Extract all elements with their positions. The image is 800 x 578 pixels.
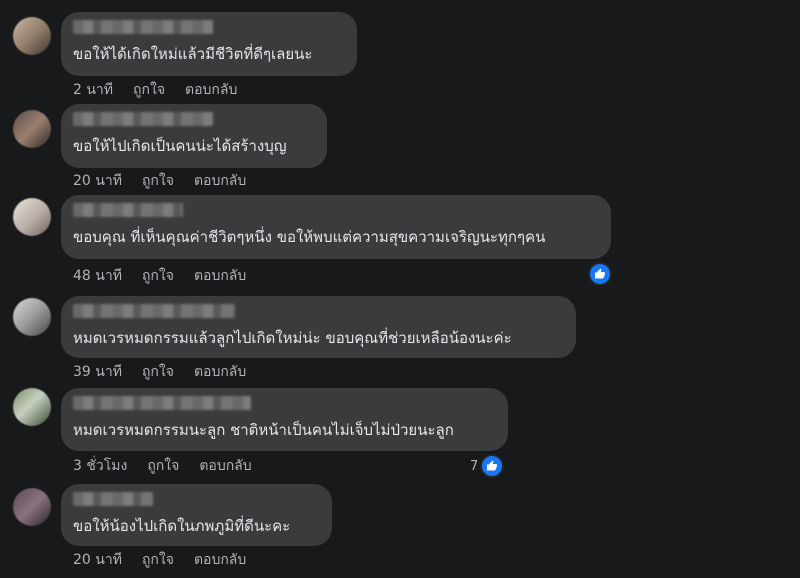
reaction-summary[interactable] bbox=[586, 262, 612, 286]
comment-actions: 48 นาที ถูกใจ ตอบกลับ bbox=[73, 267, 246, 285]
like-button[interactable]: ถูกใจ bbox=[142, 551, 174, 569]
reply-button[interactable]: ตอบกลับ bbox=[194, 172, 246, 190]
reaction-count: 7 bbox=[470, 458, 479, 474]
comment-bubble: ขอให้ไปเกิดเป็นคนน่ะได้สร้างบุญ bbox=[61, 104, 327, 168]
reply-button[interactable]: ตอบกลับ bbox=[185, 81, 237, 99]
comment-bubble: ขอให้ได้เกิดใหม่แล้วมีชีวิตที่ดีๆเลยนะ bbox=[61, 12, 357, 76]
comment-bubble: หมดเวรหมดกรรมแล้วลูกไปเกิดใหม่น่ะ ขอบคุณ… bbox=[61, 296, 576, 358]
like-icon bbox=[588, 262, 612, 286]
comment-actions: 20 นาที ถูกใจ ตอบกลับ bbox=[73, 172, 246, 190]
avatar[interactable] bbox=[13, 110, 51, 148]
like-icon bbox=[480, 454, 505, 478]
author-name-blurred[interactable] bbox=[73, 20, 213, 34]
like-button[interactable]: ถูกใจ bbox=[142, 267, 174, 285]
comment-actions: 39 นาที ถูกใจ ตอบกลับ bbox=[73, 363, 246, 381]
comment-text: ขอให้ไปเกิดเป็นคนน่ะได้สร้างบุญ bbox=[73, 137, 287, 155]
comment-timestamp[interactable]: 20 นาที bbox=[73, 551, 122, 569]
comment-bubble: ขอบคุณ ที่เห็นคุณค่าชีวิตๆหนึ่ง ขอให้พบแ… bbox=[61, 195, 611, 259]
comment-text: ขอให้ได้เกิดใหม่แล้วมีชีวิตที่ดีๆเลยนะ bbox=[73, 45, 313, 63]
comment-text: หมดเวรหมดกรรมแล้วลูกไปเกิดใหม่น่ะ ขอบคุณ… bbox=[73, 329, 512, 347]
author-name-blurred[interactable] bbox=[73, 396, 251, 410]
author-name-blurred[interactable] bbox=[73, 304, 235, 318]
comment-timestamp[interactable]: 48 นาที bbox=[73, 267, 122, 285]
comment-bubble: หมดเวรหมดกรรมนะลูก ชาติหน้าเป็นคนไม่เจ็บ… bbox=[61, 388, 508, 451]
comment-timestamp[interactable]: 20 นาที bbox=[73, 172, 122, 190]
avatar[interactable] bbox=[13, 298, 51, 336]
comment-text: หมดเวรหมดกรรมนะลูก ชาติหน้าเป็นคนไม่เจ็บ… bbox=[73, 421, 454, 439]
comment-bubble: ขอให้น้องไปเกิดในภพภูมิที่ดีนะคะ bbox=[61, 484, 332, 546]
comment-actions: 20 นาที ถูกใจ ตอบกลับ bbox=[73, 551, 246, 569]
author-name-blurred[interactable] bbox=[73, 112, 213, 126]
comment-timestamp[interactable]: 39 นาที bbox=[73, 363, 122, 381]
like-button[interactable]: ถูกใจ bbox=[147, 457, 179, 475]
comment-text: ขอให้น้องไปเกิดในภพภูมิที่ดีนะคะ bbox=[73, 517, 291, 535]
reply-button[interactable]: ตอบกลับ bbox=[194, 267, 246, 285]
reaction-summary[interactable]: 7 bbox=[470, 454, 505, 478]
avatar[interactable] bbox=[13, 17, 51, 55]
like-button[interactable]: ถูกใจ bbox=[133, 81, 165, 99]
comment-actions: 2 นาที ถูกใจ ตอบกลับ bbox=[73, 81, 237, 99]
reply-button[interactable]: ตอบกลับ bbox=[199, 457, 251, 475]
comment-timestamp[interactable]: 3 ชั่วโมง bbox=[73, 457, 127, 475]
avatar[interactable] bbox=[13, 198, 51, 236]
avatar[interactable] bbox=[13, 388, 51, 426]
reply-button[interactable]: ตอบกลับ bbox=[194, 363, 246, 381]
like-button[interactable]: ถูกใจ bbox=[142, 172, 174, 190]
like-button[interactable]: ถูกใจ bbox=[142, 363, 174, 381]
comment-timestamp[interactable]: 2 นาที bbox=[73, 81, 113, 99]
reply-button[interactable]: ตอบกลับ bbox=[194, 551, 246, 569]
author-name-blurred[interactable] bbox=[73, 492, 153, 506]
author-name-blurred[interactable] bbox=[73, 203, 183, 217]
comment-actions: 3 ชั่วโมง ถูกใจ ตอบกลับ bbox=[73, 457, 252, 475]
comment-text: ขอบคุณ ที่เห็นคุณค่าชีวิตๆหนึ่ง ขอให้พบแ… bbox=[73, 228, 546, 246]
avatar[interactable] bbox=[13, 488, 51, 526]
